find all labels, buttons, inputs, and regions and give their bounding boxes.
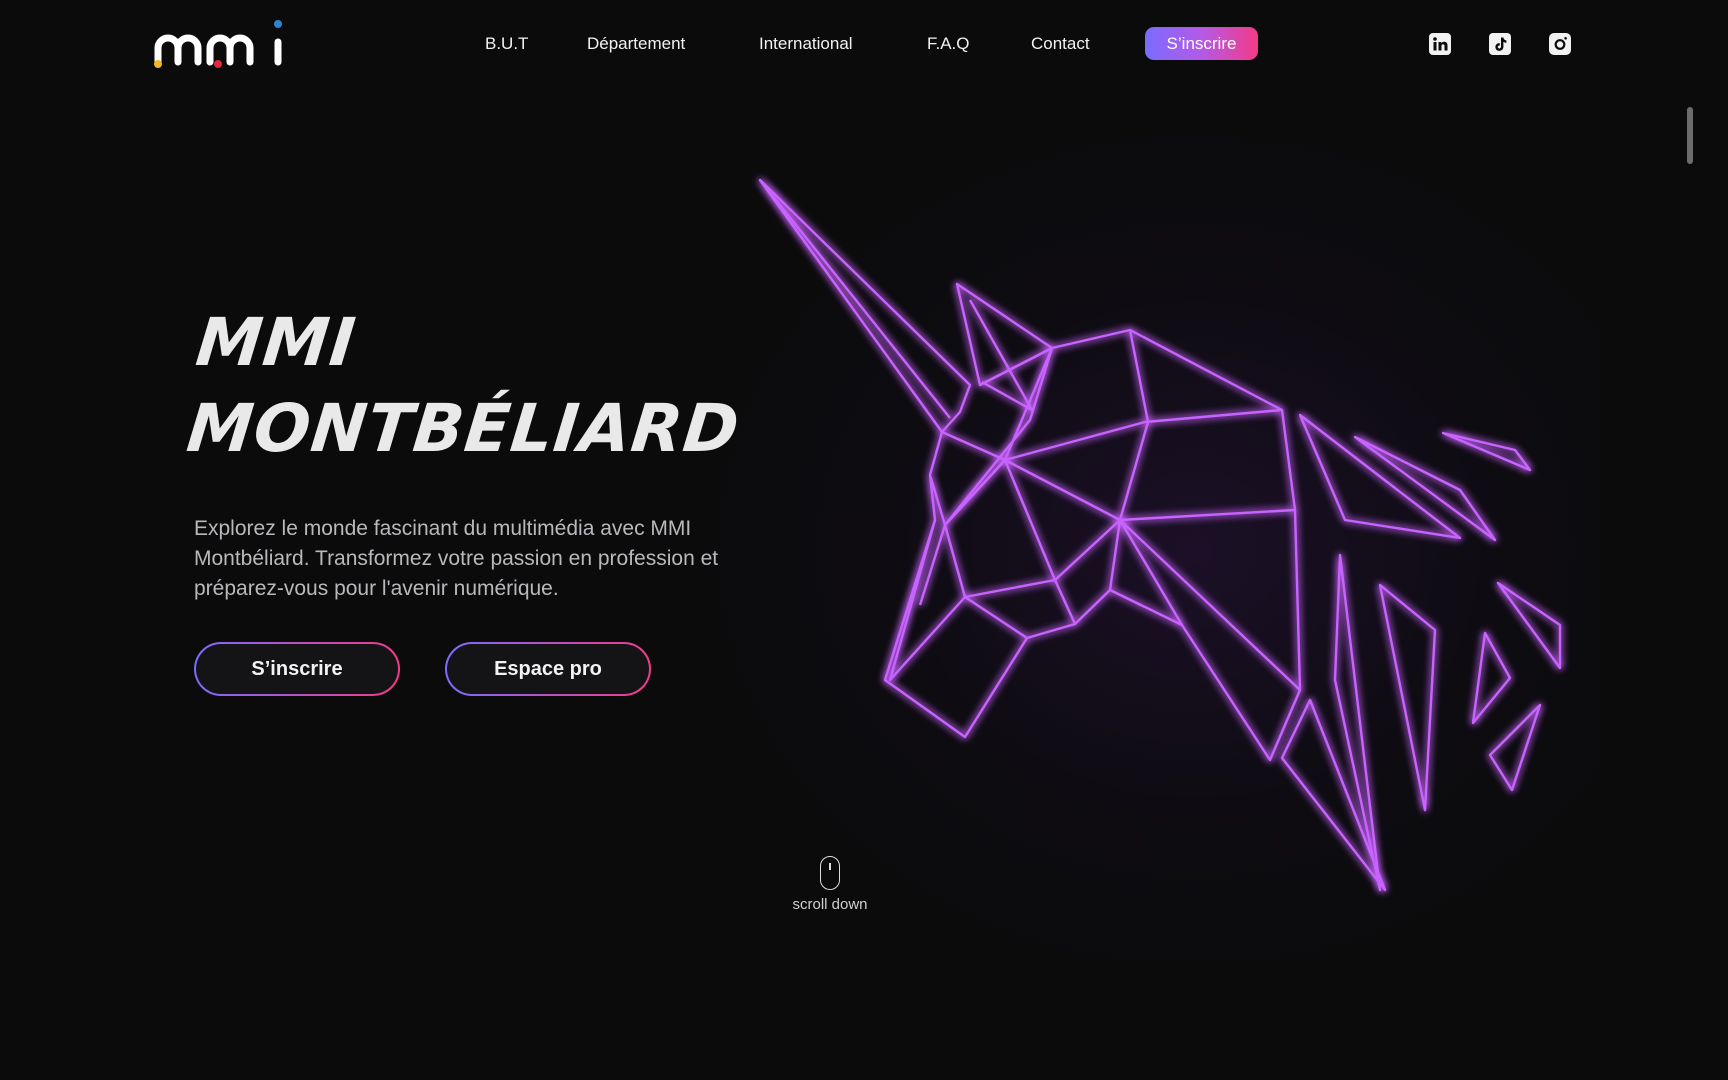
signup-button[interactable]: S’inscrire bbox=[194, 642, 400, 696]
site-header: mmi B.U.T Département International F.A.… bbox=[0, 0, 1728, 88]
nav-item-international[interactable]: International bbox=[759, 26, 853, 62]
hero-title: MMI MONTBÉLIARD bbox=[183, 300, 801, 472]
scroll-hint-label: scroll down bbox=[792, 896, 868, 913]
nav-item-faq[interactable]: F.A.Q bbox=[927, 26, 970, 62]
hero-description: Explorez le monde fascinant du multimédi… bbox=[194, 517, 719, 600]
main-nav: B.U.T Département International F.A.Q Co… bbox=[0, 26, 1728, 62]
unicorn-head-icon bbox=[758, 178, 1562, 892]
instagram-icon[interactable] bbox=[1549, 33, 1571, 55]
page-scrollbar[interactable] bbox=[1687, 107, 1693, 164]
mouse-icon bbox=[820, 856, 840, 890]
hero-title-line-2: MONTBÉLIARD bbox=[183, 390, 744, 467]
nav-item-contact[interactable]: Contact bbox=[1031, 26, 1090, 62]
espace-pro-button[interactable]: Espace pro bbox=[445, 642, 651, 696]
linkedin-icon[interactable] bbox=[1429, 33, 1451, 55]
signup-nav-button[interactable]: S’inscrire bbox=[1145, 27, 1258, 60]
nav-item-but[interactable]: B.U.T bbox=[485, 26, 528, 62]
nav-item-departement[interactable]: Département bbox=[587, 26, 685, 62]
scroll-hint[interactable]: scroll down bbox=[780, 856, 880, 913]
tiktok-icon[interactable] bbox=[1489, 33, 1511, 55]
hero-title-line-1: MMI bbox=[192, 304, 360, 381]
